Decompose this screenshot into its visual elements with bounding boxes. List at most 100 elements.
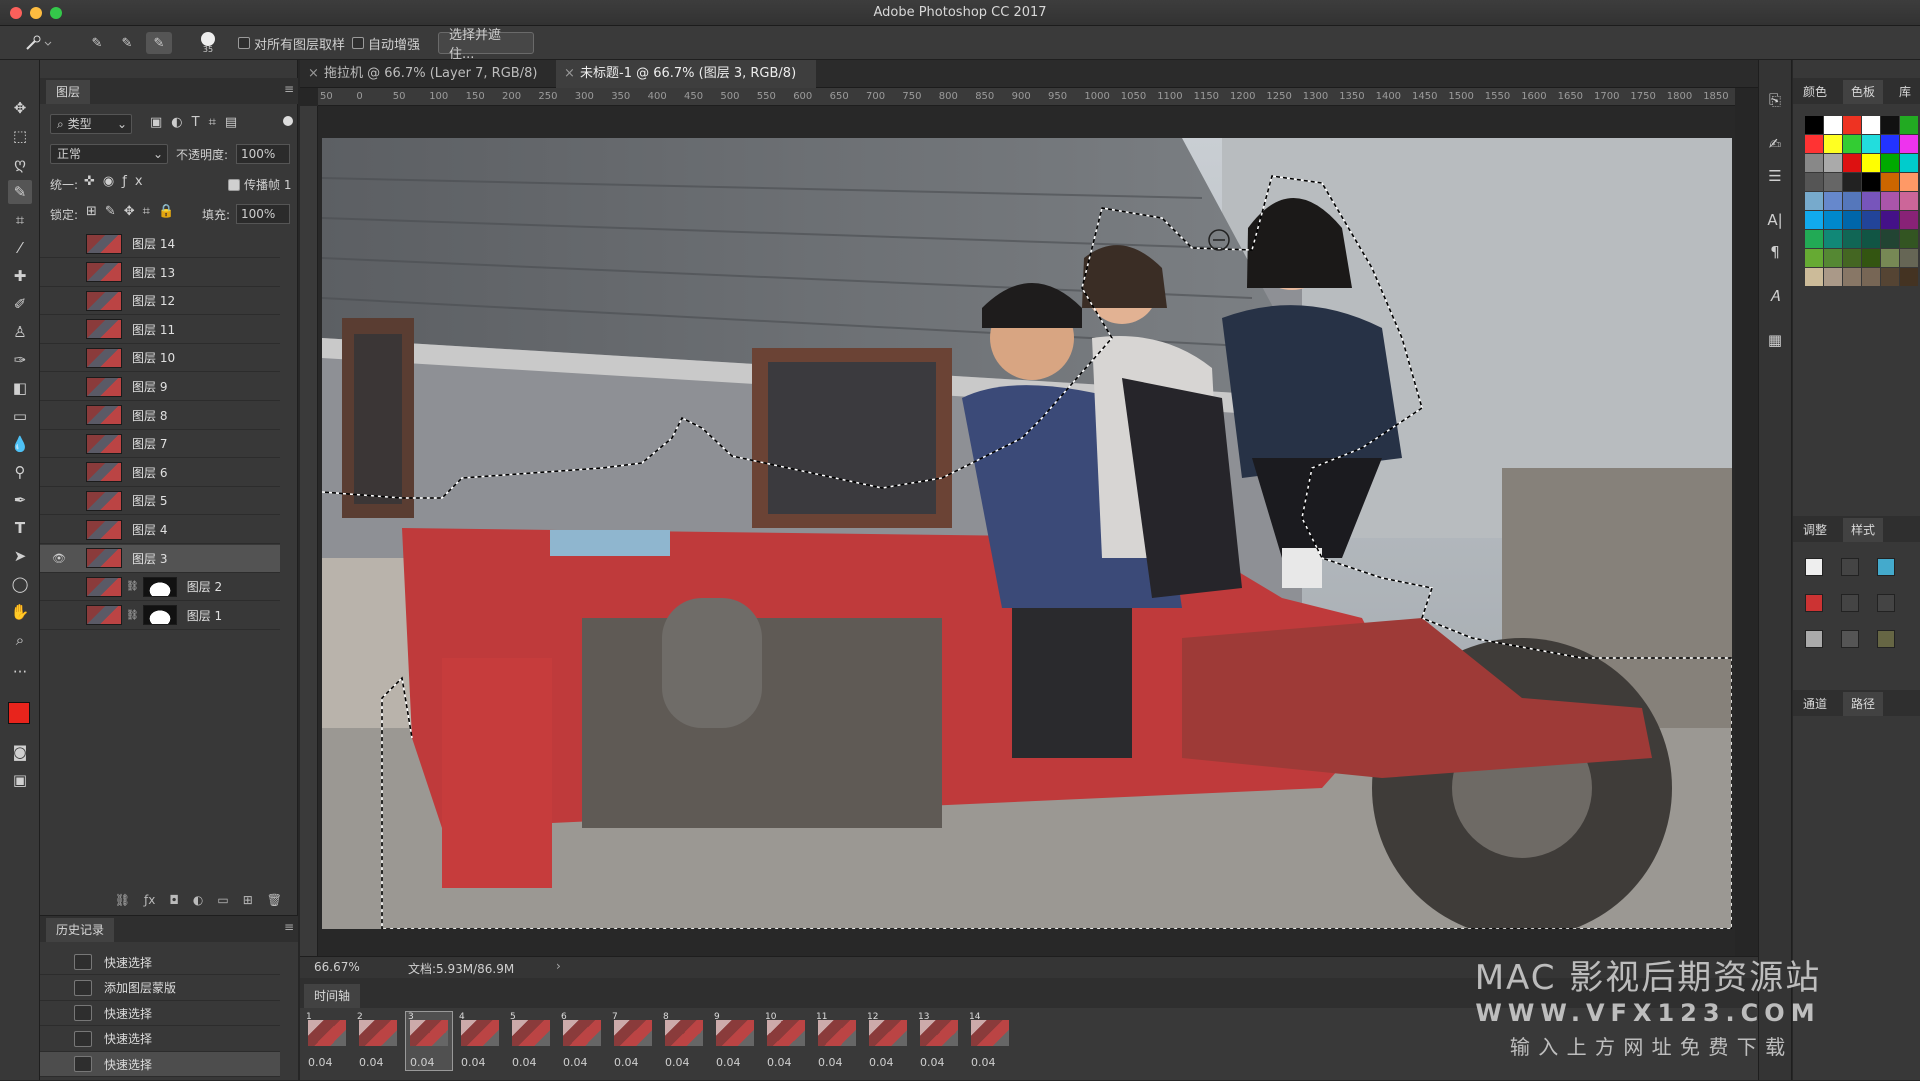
adjustment-layer-icon[interactable]: ◐: [193, 893, 203, 907]
new-layer-icon[interactable]: ⊞: [243, 893, 253, 907]
style-swatch[interactable]: [1805, 630, 1823, 648]
visibility-eye-icon[interactable]: [50, 492, 68, 510]
visibility-eye-icon[interactable]: [50, 521, 68, 539]
sample-all-layers-checkbox[interactable]: 对所有图层取样: [238, 32, 345, 54]
timeline-frame[interactable]: 5 0.04: [508, 1012, 554, 1070]
brushes-panel-icon[interactable]: ✍: [1760, 130, 1790, 158]
doc-tab-untitled[interactable]: ×未标题-1 @ 66.7% (图层 3, RGB/8) *: [556, 60, 816, 109]
color-swatch[interactable]: [1862, 116, 1880, 134]
layer-row[interactable]: 图层 4: [40, 516, 280, 544]
marquee-tool[interactable]: ⬚: [8, 124, 32, 148]
adjustment-panel-icon[interactable]: ☰: [1760, 162, 1790, 190]
frame-delay[interactable]: 0.04: [512, 1056, 537, 1069]
color-swatch[interactable]: [1805, 116, 1823, 134]
color-swatch[interactable]: [1843, 116, 1861, 134]
color-swatch[interactable]: [1900, 211, 1918, 229]
color-swatch[interactable]: [1881, 230, 1899, 248]
link-layers-icon[interactable]: ⛓: [115, 893, 130, 907]
frame-delay[interactable]: 0.04: [359, 1056, 384, 1069]
move-tool[interactable]: ✥: [8, 96, 32, 120]
style-swatch[interactable]: [1877, 630, 1895, 648]
timeline-frame[interactable]: 7 0.04: [610, 1012, 656, 1070]
crop-tool[interactable]: ⌗: [8, 208, 32, 232]
layer-row[interactable]: 图层 11: [40, 316, 280, 344]
color-swatch[interactable]: [1824, 135, 1842, 153]
color-swatch[interactable]: [1824, 230, 1842, 248]
color-swatch[interactable]: [1862, 230, 1880, 248]
timeline-frame[interactable]: 9 0.04: [712, 1012, 758, 1070]
close-icon[interactable]: ×: [308, 60, 319, 88]
visibility-eye-icon[interactable]: [50, 235, 68, 253]
color-swatch[interactable]: [1900, 230, 1918, 248]
color-swatch[interactable]: [1824, 116, 1842, 134]
status-menu-arrow-icon[interactable]: ›: [556, 959, 561, 973]
layer-row[interactable]: 图层 14: [40, 230, 280, 258]
library-tab[interactable]: 库: [1893, 80, 1917, 104]
timeline-frame[interactable]: 3 0.04: [405, 1011, 453, 1071]
zoom-tool[interactable]: ⌕: [8, 628, 32, 652]
color-swatch[interactable]: [1862, 135, 1880, 153]
style-swatch[interactable]: [1841, 594, 1859, 612]
color-swatch[interactable]: [1805, 211, 1823, 229]
color-swatch[interactable]: [1900, 192, 1918, 210]
frame-delay[interactable]: 0.04: [410, 1056, 435, 1069]
frame-delay[interactable]: 0.04: [563, 1056, 588, 1069]
timeline-frame[interactable]: 11 0.04: [814, 1012, 860, 1070]
canvas-area[interactable]: [318, 106, 1735, 962]
frame-delay[interactable]: 0.04: [767, 1056, 792, 1069]
color-swatch[interactable]: [1805, 249, 1823, 267]
color-swatch[interactable]: [1805, 154, 1823, 172]
color-swatch[interactable]: [1862, 268, 1880, 286]
visibility-eye-icon[interactable]: [50, 349, 68, 367]
paths-tab[interactable]: 路径: [1843, 692, 1884, 716]
style-swatch[interactable]: [1841, 558, 1859, 576]
doc-tab-tractor[interactable]: ×拖拉机 @ 66.7% (Layer 7, RGB/8) *: [300, 60, 550, 109]
add-mask-icon[interactable]: ◘: [169, 893, 179, 907]
channels-tab[interactable]: 通道: [1797, 692, 1833, 716]
properties-panel-icon[interactable]: ⎘: [1760, 86, 1790, 114]
styles-tab[interactable]: 样式: [1843, 518, 1884, 542]
character-panel-icon[interactable]: A|: [1760, 206, 1790, 234]
close-icon[interactable]: ×: [564, 60, 575, 88]
layer-row[interactable]: 图层 5: [40, 487, 280, 516]
layer-row[interactable]: 图层 10: [40, 344, 280, 373]
timeline-frame[interactable]: 13 0.04: [916, 1012, 962, 1070]
brush-picker[interactable]: 35: [188, 32, 228, 54]
layer-mask-thumbnail[interactable]: [142, 605, 177, 626]
eyedropper-tool[interactable]: ⁄: [8, 236, 32, 260]
clone-stamp-tool[interactable]: ♙: [8, 320, 32, 344]
dodge-tool[interactable]: ⚲: [8, 460, 32, 484]
timeline-frame[interactable]: 1 0.04: [304, 1012, 350, 1070]
history-brush-tool[interactable]: ✑: [8, 348, 32, 372]
auto-enhance-checkbox[interactable]: 自动增强: [352, 32, 420, 54]
color-swatch[interactable]: [1881, 116, 1899, 134]
layer-filter-icons[interactable]: ▣◐T⌗▤: [150, 115, 246, 130]
lock-icons[interactable]: ⊞✎✥⌗🔒: [86, 204, 182, 219]
screen-mode-button[interactable]: ▣: [8, 768, 32, 792]
timeline-frame[interactable]: 12 0.04: [865, 1012, 911, 1070]
style-swatch[interactable]: [1877, 558, 1895, 576]
edit-toolbar-button[interactable]: ···: [8, 660, 32, 684]
filter-toggle-icon[interactable]: [283, 116, 293, 126]
color-swatch[interactable]: [1900, 116, 1918, 134]
timeline-frame[interactable]: 6 0.04: [559, 1012, 605, 1070]
timeline-frame[interactable]: 2 0.04: [355, 1012, 401, 1070]
frame-delay[interactable]: 0.04: [920, 1056, 945, 1069]
visibility-eye-icon[interactable]: [50, 263, 68, 281]
layer-row[interactable]: 图层 7: [40, 430, 280, 459]
history-tab[interactable]: 历史记录: [46, 918, 115, 942]
color-swatch[interactable]: [1824, 249, 1842, 267]
layer-row[interactable]: 图层 9: [40, 373, 280, 401]
color-swatch[interactable]: [1805, 192, 1823, 210]
unify-icons[interactable]: ✜◉ƒx: [84, 174, 151, 189]
color-swatch[interactable]: [1900, 268, 1918, 286]
timeline-frame[interactable]: 10 0.04: [763, 1012, 809, 1070]
color-swatch[interactable]: [1862, 154, 1880, 172]
color-swatch[interactable]: [1900, 173, 1918, 191]
panel-menu-icon[interactable]: ≡: [284, 82, 294, 96]
color-swatch[interactable]: [1843, 268, 1861, 286]
color-swatch[interactable]: [1881, 135, 1899, 153]
frame-delay[interactable]: 0.04: [614, 1056, 639, 1069]
trash-icon[interactable]: 🗑: [267, 893, 282, 907]
color-swatch[interactable]: [1900, 154, 1918, 172]
